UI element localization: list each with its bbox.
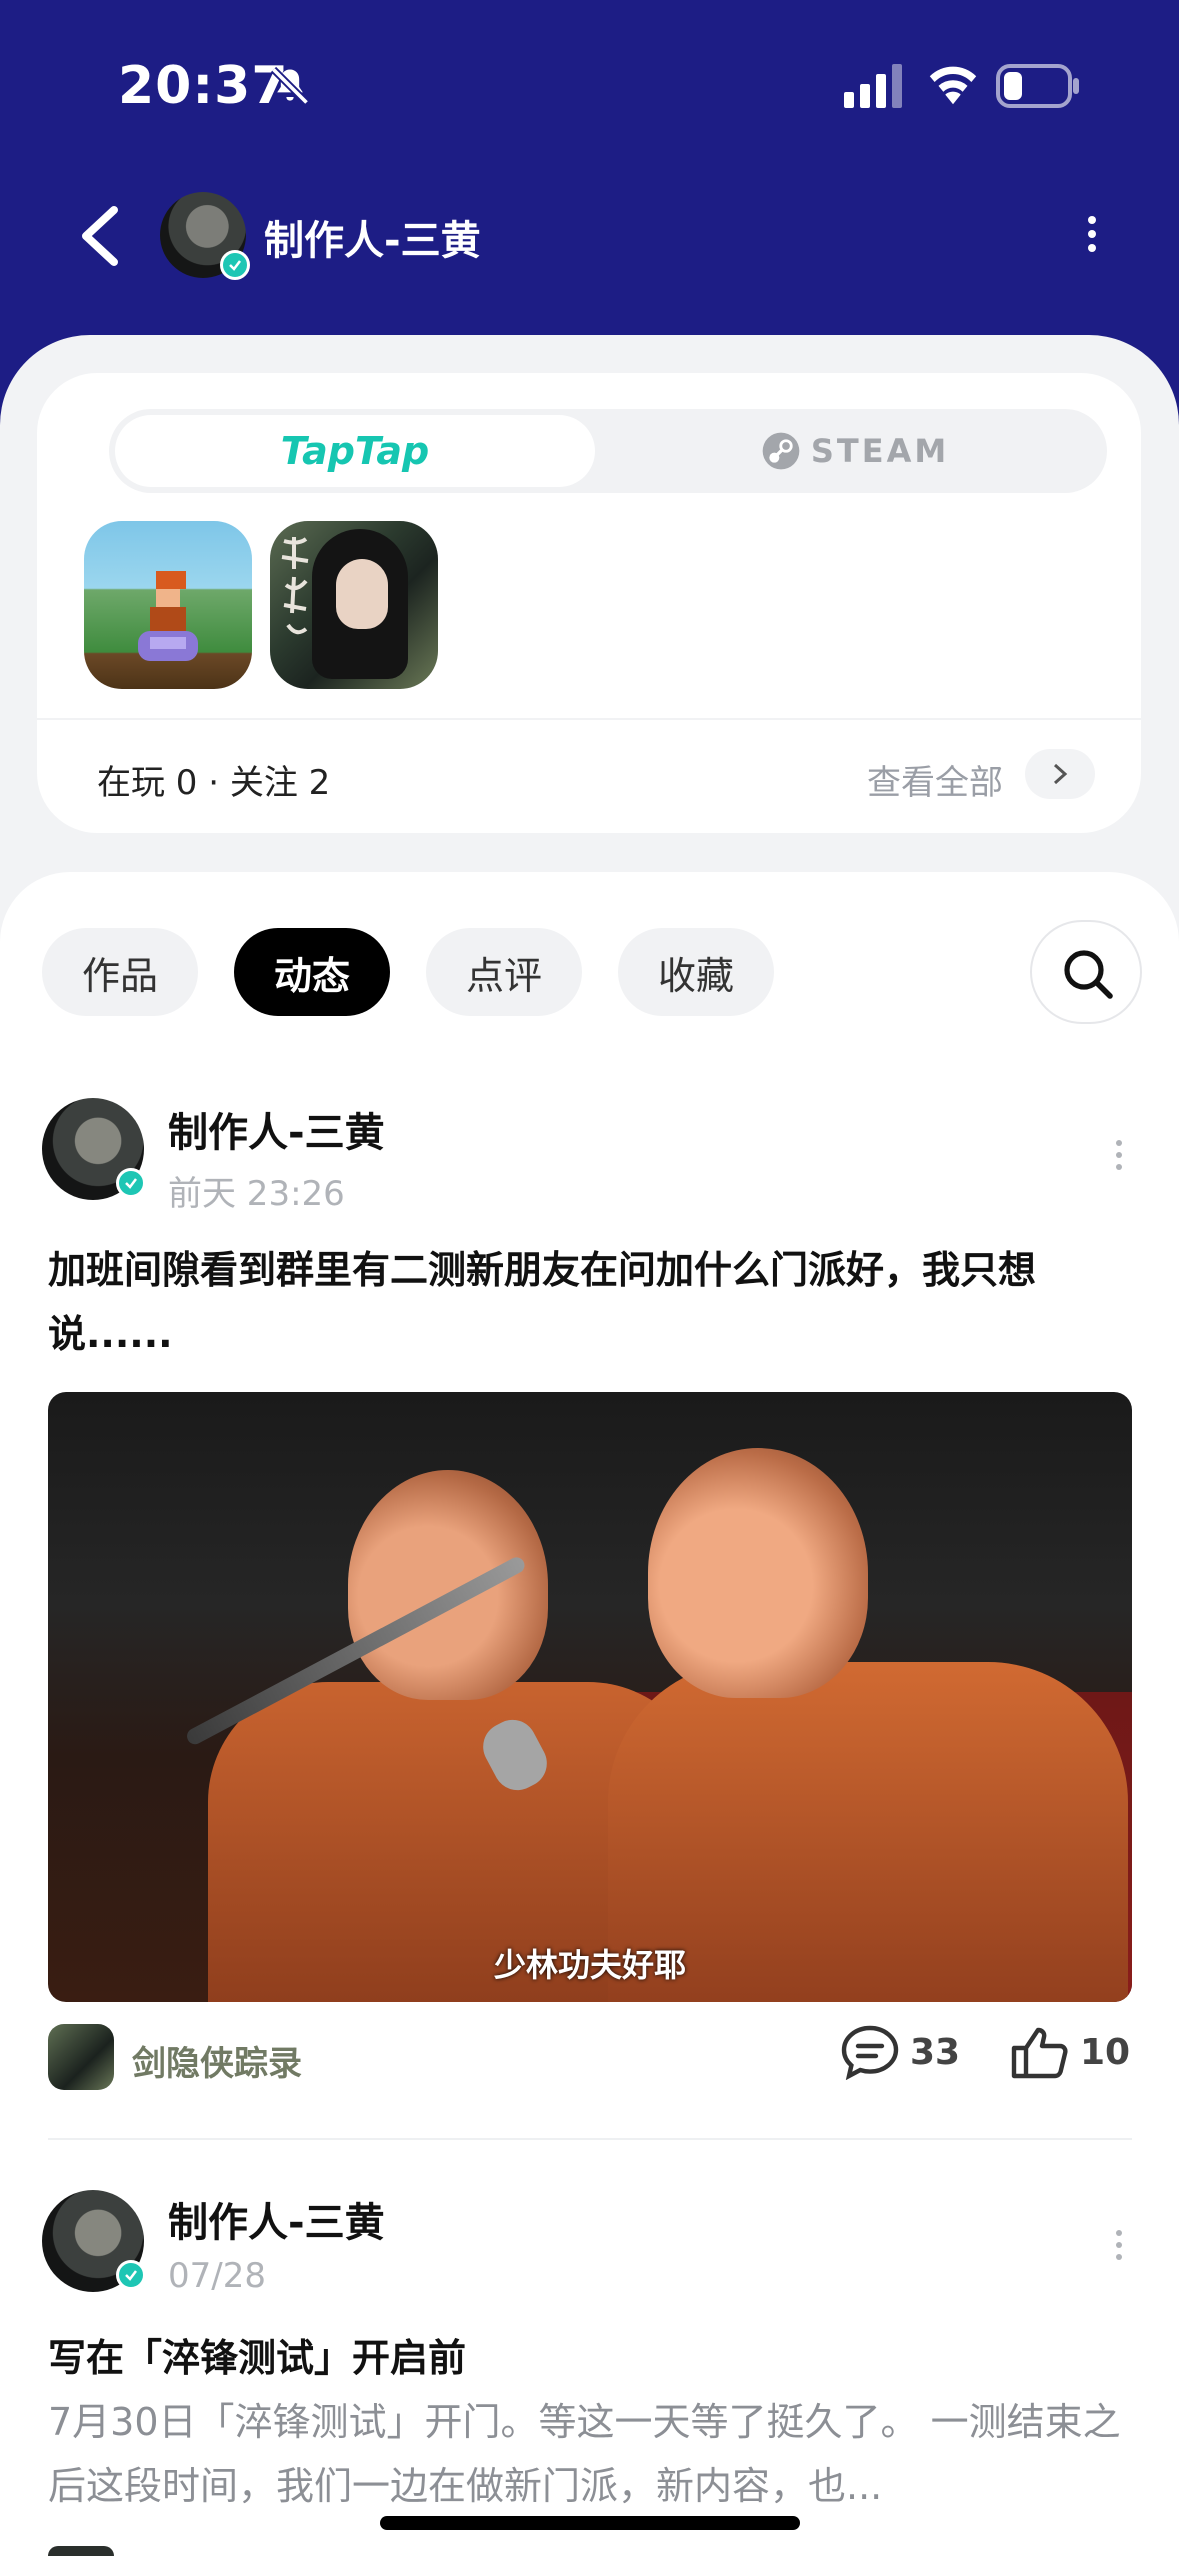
post-excerpt[interactable]: 7月30日「淬锋测试」开门。等这一天等了挺久了。 一测结束之后这段时间，我们一边… bbox=[48, 2390, 1138, 2518]
status-bar: 20:37 bbox=[0, 0, 1179, 170]
post-video[interactable]: 少林功夫好耶 bbox=[48, 1392, 1132, 2002]
tab-reviews[interactable]: 点评 bbox=[426, 928, 582, 1016]
post-avatar[interactable] bbox=[42, 2190, 146, 2292]
wifi-icon bbox=[929, 66, 977, 105]
header-username: 制作人-三黄 bbox=[264, 218, 481, 264]
platform-toggle: TapTap STEAM bbox=[109, 409, 1107, 493]
games-card: TapTap STEAM 在玩 0 · 关注 2 查看全部 bbox=[37, 373, 1141, 833]
post-more-button[interactable] bbox=[1114, 2230, 1124, 2266]
comment-button[interactable]: 33 bbox=[840, 2024, 960, 2080]
comment-icon bbox=[841, 2025, 899, 2080]
search-button[interactable] bbox=[1030, 920, 1142, 1024]
like-button[interactable]: 10 bbox=[1010, 2024, 1130, 2080]
post-author[interactable]: 制作人-三黄 bbox=[168, 1100, 385, 1158]
view-all-link[interactable]: 查看全部 bbox=[867, 755, 1003, 804]
signal-icon bbox=[844, 64, 902, 108]
post-time: 07/28 bbox=[168, 2256, 266, 2296]
game-stats: 在玩 0 · 关注 2 bbox=[97, 763, 331, 803]
game-icon-jianyin[interactable] bbox=[270, 521, 438, 689]
comment-count: 33 bbox=[910, 2031, 961, 2073]
tab-works[interactable]: 作品 bbox=[42, 928, 198, 1016]
post-title[interactable]: 加班间隙看到群里有二测新朋友在问加什么门派好，我只想说...... bbox=[48, 1238, 1138, 1366]
card-divider bbox=[37, 718, 1141, 720]
status-time: 20:37 bbox=[118, 56, 289, 116]
view-all-button[interactable] bbox=[1025, 749, 1095, 799]
game-tag-name[interactable]: 剑隐侠踪录 bbox=[132, 2036, 302, 2085]
game-tag-icon[interactable] bbox=[48, 2024, 114, 2090]
more-options-button[interactable] bbox=[1078, 210, 1106, 260]
post-time: 前天 23:26 bbox=[168, 1174, 345, 1214]
back-button[interactable] bbox=[74, 204, 124, 268]
content-panel: 作品 动态 点评 收藏 制作人-三黄 前天 23:26 加班间隙看到群里有二测新… bbox=[0, 872, 1179, 2556]
calligraphy-icon bbox=[281, 537, 309, 635]
chevron-right-icon bbox=[1053, 763, 1068, 785]
bell-muted-icon bbox=[270, 66, 310, 106]
thumbs-up-icon bbox=[1011, 2027, 1068, 2079]
tab-steam[interactable]: STEAM bbox=[609, 415, 1101, 487]
verified-badge-icon bbox=[220, 250, 250, 280]
like-count: 10 bbox=[1080, 2031, 1131, 2073]
tab-posts[interactable]: 动态 bbox=[234, 928, 390, 1016]
pixel-hero-icon bbox=[138, 571, 198, 661]
post-more-button[interactable] bbox=[1114, 1140, 1124, 1176]
battery-icon bbox=[996, 64, 1079, 108]
game-icon-terraria[interactable] bbox=[84, 521, 252, 689]
post-avatar[interactable] bbox=[42, 1098, 146, 1200]
tab-favorites[interactable]: 收藏 bbox=[618, 928, 774, 1016]
verified-badge-icon bbox=[116, 2260, 146, 2290]
post-title[interactable]: 写在「淬锋测试」开启前 bbox=[48, 2326, 1138, 2390]
header-avatar[interactable] bbox=[160, 192, 250, 280]
steam-label: STEAM bbox=[810, 432, 950, 470]
post-divider bbox=[48, 2138, 1132, 2140]
video-caption: 少林功夫好耶 bbox=[493, 1946, 686, 1984]
steam-icon bbox=[762, 432, 800, 470]
search-icon bbox=[1064, 950, 1113, 999]
tab-taptap[interactable]: TapTap bbox=[115, 415, 595, 487]
home-indicator bbox=[380, 2516, 800, 2530]
game-tag-icon-peek bbox=[48, 2546, 114, 2556]
verified-badge-icon bbox=[116, 1168, 146, 1198]
post-author[interactable]: 制作人-三黄 bbox=[168, 2190, 385, 2248]
